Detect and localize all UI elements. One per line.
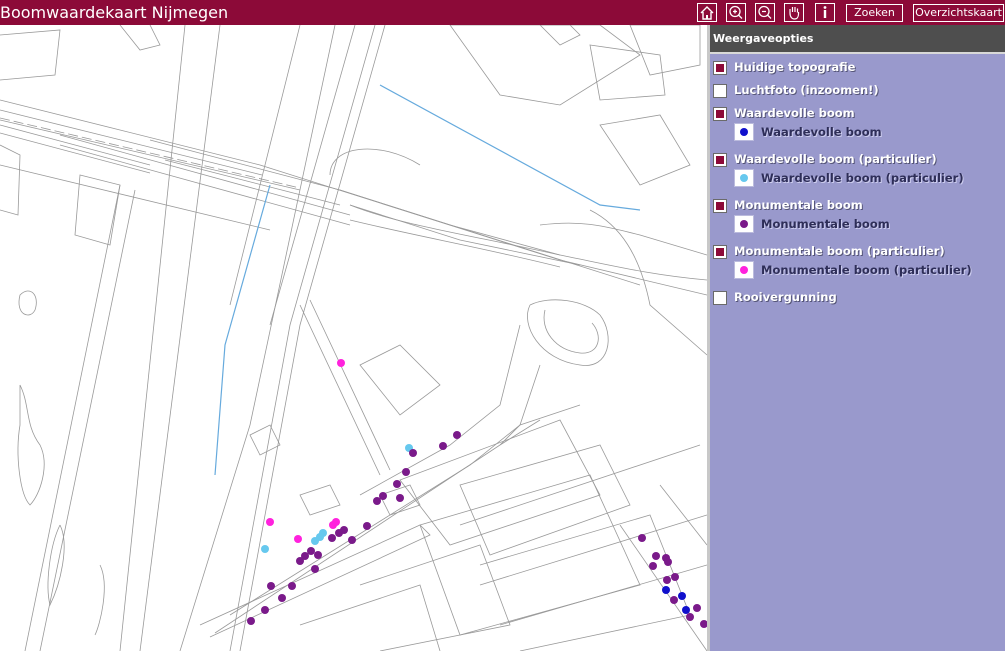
legend-label: Monumentale boom (particulier) bbox=[761, 263, 972, 277]
legend-label: Waardevolle boom bbox=[761, 125, 882, 139]
layer-label: Waardevolle boom bbox=[734, 106, 855, 120]
dot-icon bbox=[740, 266, 748, 274]
layer-label: Huidige topografie bbox=[734, 60, 856, 74]
tree-point[interactable] bbox=[314, 551, 322, 559]
tree-point[interactable] bbox=[664, 558, 672, 566]
tree-point[interactable] bbox=[671, 573, 679, 581]
tree-point[interactable] bbox=[662, 586, 670, 594]
title-bar: Boomwaardekaart Nijmegen Zoeken Overzich… bbox=[0, 0, 1005, 25]
display-options-panel: Weergaveopties Huidige topografie Luchtf… bbox=[710, 25, 1005, 651]
tree-point[interactable] bbox=[649, 562, 657, 570]
layer-label: Luchtfoto (inzoomen!) bbox=[734, 83, 879, 97]
tree-point[interactable] bbox=[693, 604, 701, 612]
panel-title: Weergaveopties bbox=[710, 25, 1005, 54]
layer-checkbox[interactable] bbox=[713, 245, 727, 259]
layer-checkbox[interactable] bbox=[713, 199, 727, 213]
tree-point[interactable] bbox=[278, 594, 286, 602]
legend-symbol bbox=[734, 123, 754, 141]
layer-checkbox[interactable] bbox=[713, 84, 727, 98]
dot-icon bbox=[740, 220, 748, 228]
tree-point[interactable] bbox=[288, 582, 296, 590]
search-button[interactable]: Zoeken bbox=[846, 4, 903, 22]
tree-point[interactable] bbox=[652, 552, 660, 560]
layer-label: Waardevolle boom (particulier) bbox=[734, 152, 937, 166]
tree-point[interactable] bbox=[261, 606, 269, 614]
dot-icon bbox=[740, 174, 748, 182]
tree-point[interactable] bbox=[335, 529, 343, 537]
tree-point[interactable] bbox=[311, 565, 319, 573]
home-icon bbox=[700, 6, 714, 20]
tree-point[interactable] bbox=[332, 518, 340, 526]
layer-checkbox[interactable] bbox=[713, 107, 727, 121]
layer-label: Rooivergunning bbox=[734, 290, 837, 304]
tree-point[interactable] bbox=[402, 468, 410, 476]
layer-label: Monumentale boom bbox=[734, 198, 863, 212]
tree-point[interactable] bbox=[663, 576, 671, 584]
tree-point[interactable] bbox=[337, 359, 345, 367]
zoom-out-button[interactable] bbox=[755, 3, 775, 22]
layer-checkbox[interactable] bbox=[713, 153, 727, 167]
overview-map-button[interactable]: Overzichtskaart bbox=[913, 4, 1004, 22]
tree-point[interactable] bbox=[682, 606, 690, 614]
layer-checkbox[interactable] bbox=[713, 291, 727, 305]
tree-point[interactable] bbox=[638, 534, 646, 542]
tree-point[interactable] bbox=[670, 596, 678, 604]
tree-point[interactable] bbox=[348, 536, 356, 544]
topography-layer bbox=[0, 25, 707, 651]
map-canvas[interactable] bbox=[0, 25, 707, 651]
legend-symbol bbox=[734, 215, 754, 233]
tree-point[interactable] bbox=[678, 592, 686, 600]
home-button[interactable] bbox=[697, 3, 717, 22]
tree-point[interactable] bbox=[393, 480, 401, 488]
pan-button[interactable] bbox=[784, 3, 804, 22]
layer-label: Monumentale boom (particulier) bbox=[734, 244, 945, 258]
app-title: Boomwaardekaart Nijmegen bbox=[0, 3, 229, 22]
legend-label: Waardevolle boom (particulier) bbox=[761, 171, 964, 185]
tree-point[interactable] bbox=[294, 535, 302, 543]
tree-point[interactable] bbox=[267, 582, 275, 590]
legend-label: Monumentale boom bbox=[761, 217, 890, 231]
tree-point[interactable] bbox=[439, 442, 447, 450]
tree-point[interactable] bbox=[409, 449, 417, 457]
tree-point[interactable] bbox=[396, 494, 404, 502]
tree-point[interactable] bbox=[453, 431, 461, 439]
info-button[interactable] bbox=[815, 3, 835, 22]
zoom-in-icon bbox=[729, 5, 743, 19]
zoom-out-icon bbox=[758, 5, 772, 19]
legend-symbol bbox=[734, 169, 754, 187]
tree-point[interactable] bbox=[296, 557, 304, 565]
tree-point[interactable] bbox=[247, 617, 255, 625]
info-icon bbox=[823, 6, 827, 18]
tree-point[interactable] bbox=[319, 529, 327, 537]
tree-point[interactable] bbox=[700, 620, 707, 628]
tree-point[interactable] bbox=[328, 534, 336, 542]
pan-hand-icon bbox=[789, 7, 800, 20]
legend-symbol bbox=[734, 261, 754, 279]
zoom-in-button[interactable] bbox=[726, 3, 746, 22]
dot-icon bbox=[740, 128, 748, 136]
tree-point[interactable] bbox=[266, 518, 274, 526]
layer-checkbox[interactable] bbox=[713, 61, 727, 75]
tree-point[interactable] bbox=[686, 613, 694, 621]
tree-point[interactable] bbox=[363, 522, 371, 530]
tree-point[interactable] bbox=[373, 497, 381, 505]
tree-point[interactable] bbox=[261, 545, 269, 553]
tree-point[interactable] bbox=[307, 547, 315, 555]
